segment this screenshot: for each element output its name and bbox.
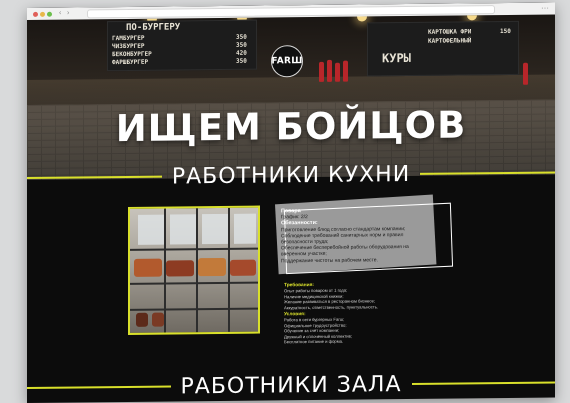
divider [420, 171, 555, 175]
divider [27, 175, 162, 179]
forward-arrow-icon[interactable]: › [67, 10, 74, 17]
kitchen-photo [128, 205, 260, 335]
window-pane [202, 213, 228, 245]
menu-item-price: 350 [236, 33, 247, 41]
menu-item-name: КАРТОШКА ФРИ [428, 28, 472, 36]
vacancy-details: Требования: Опыт работы поваром от 1 год… [284, 280, 454, 345]
section-title: РАБОТНИКИ КУХНИ [171, 161, 411, 189]
vacancy-card: Повара График: 2/2 Обязанности: Приготов… [281, 207, 429, 264]
produce-crate [166, 260, 194, 277]
hero-banner: ПО-БУРГЕРУ ГАМБУРГЕР 350 ЧИЗБУРГЕР 350 Б… [27, 14, 555, 180]
divider [27, 385, 171, 389]
rack-shelf [130, 281, 258, 285]
menu-board-heading: ПО-БУРГЕРУ [126, 22, 181, 33]
ketchup-bottle-icon [327, 59, 332, 82]
menu-item-name: ЧИЗБУРГЕР [112, 42, 145, 51]
menu-board-left: ПО-БУРГЕРУ ГАМБУРГЕР 350 ЧИЗБУРГЕР 350 Б… [107, 19, 257, 72]
ketchup-bottle-icon [343, 60, 348, 82]
window-pane [138, 214, 164, 245]
window-pane [234, 213, 256, 244]
menu-item-name: БЕКОНБУРГЕР [112, 50, 152, 59]
menu-board-right: КАРТОШКА ФРИ 150 КАРТОФЕЛЬНЫЙ КУРЫ [367, 20, 519, 77]
rack-shelf [130, 307, 258, 311]
menu-item-price: 150 [500, 27, 511, 36]
menu-item-price: 350 [236, 41, 247, 49]
menu-item-price: 420 [236, 49, 247, 57]
back-arrow-icon[interactable]: ‹ [59, 10, 66, 17]
jar [136, 312, 148, 327]
produce-crate [198, 257, 226, 277]
section-title: РАБОТНИКИ ЗАЛА [180, 371, 402, 399]
produce-crate [230, 259, 256, 276]
browser-menu-icon[interactable]: ⋯ [541, 4, 549, 13]
ketchup-bottle-icon [523, 62, 528, 85]
hero-title: ИЩЕМ БОЙЦОВ [115, 103, 467, 151]
browser-window: ‹ › ⋯ ПО-БУРГЕРУ ГАМБУРГЕР 350 ЧИЗБУРГЕР… [27, 2, 555, 403]
condition-item: Бесплатное питание и форма. [284, 338, 344, 345]
lamp-icon [357, 16, 367, 22]
close-window-icon[interactable] [33, 11, 38, 17]
section-heading-kitchen: РАБОТНИКИ КУХНИ [27, 157, 555, 193]
menu-item-name: КУРЫ [382, 50, 411, 66]
window-pane [170, 214, 196, 245]
menu-item-name: ФАРШБУРГЕР [112, 58, 149, 67]
ketchup-bottle-icon [335, 62, 340, 82]
divider [411, 381, 555, 385]
menu-item-price: 350 [236, 57, 247, 65]
rack-shelf [130, 247, 258, 251]
menu-item-name: ГАМБУРГЕР [112, 34, 145, 43]
lamp-icon [467, 15, 477, 21]
jar [152, 312, 164, 327]
requirement-item: Аккуратность, ответственность, пунктуаль… [284, 303, 379, 310]
minimize-window-icon[interactable] [40, 11, 45, 17]
produce-crate [134, 258, 162, 277]
farsh-logo: FARШ [271, 45, 303, 78]
ketchup-bottle-icon [319, 61, 324, 82]
maximize-window-icon[interactable] [47, 11, 52, 17]
menu-item-name: КАРТОФЕЛЬНЫЙ [428, 37, 472, 45]
